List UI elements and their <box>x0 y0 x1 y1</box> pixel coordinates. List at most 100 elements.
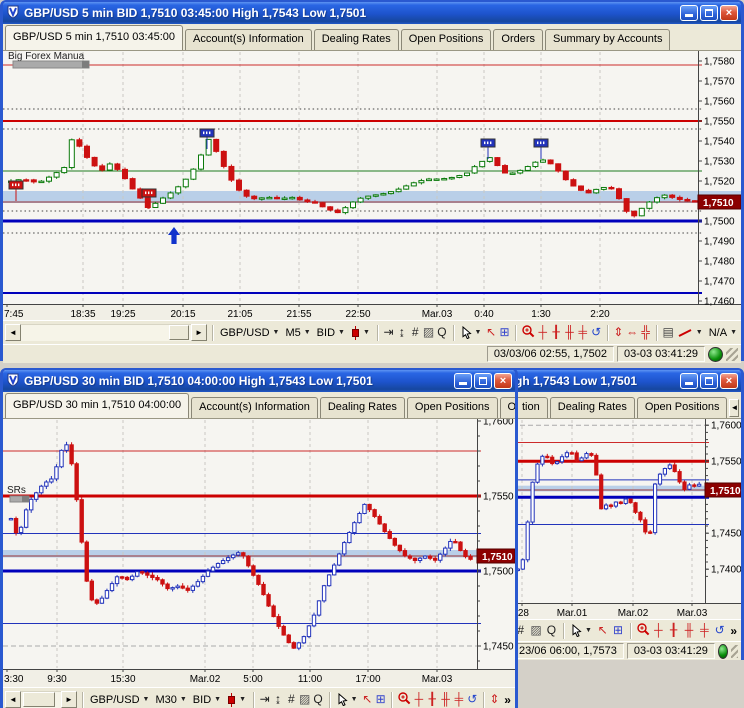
maximize-button[interactable] <box>474 373 492 389</box>
tab[interactable]: Account(s) Information <box>191 397 318 418</box>
maximize-button[interactable] <box>700 5 718 21</box>
chart-5min[interactable]: Big Forex Manua1,75801,75701,75601,75501… <box>3 51 741 320</box>
scale-vertical-icon[interactable]: ⇕ <box>613 324 624 341</box>
chart-h-scrollbar[interactable]: ◄► <box>5 691 77 708</box>
period-combo[interactable]: M5▼ <box>283 327 312 339</box>
price-type-combo[interactable]: BID▼ <box>315 327 347 339</box>
tab[interactable]: Dealing Rates <box>550 397 635 418</box>
chart-daily[interactable]: 1,76001,75501,74501,7400.28Mar.01Mar.02M… <box>512 419 741 619</box>
toolbar-overflow-icon[interactable]: » <box>502 693 513 707</box>
zoom-in-icon[interactable] <box>636 622 650 639</box>
tab[interactable]: Orders <box>493 29 543 50</box>
window-titlebar[interactable]: GBP/USD 5 min BID 1,7510 03:45:00 High 1… <box>3 2 741 24</box>
close-button[interactable]: × <box>494 373 512 389</box>
scrollbar-track[interactable] <box>21 691 61 708</box>
zoom-height-icon[interactable]: ╪ <box>453 691 464 708</box>
tab[interactable]: O <box>500 397 515 418</box>
tab[interactable]: Open Positions <box>637 397 728 418</box>
crosshair-pointer-icon[interactable]: ↖ <box>596 622 609 639</box>
minimize-button[interactable] <box>454 373 472 389</box>
region-select-icon[interactable]: ▨ <box>529 622 542 639</box>
tab-scroll-left-icon[interactable]: ◄ <box>729 399 739 417</box>
chart-h-scrollbar[interactable]: ◄► <box>5 324 207 341</box>
price-type-combo[interactable]: BID▼ <box>191 694 223 706</box>
tab[interactable]: Open Positions <box>407 397 498 418</box>
quotes-icon[interactable]: Q <box>545 622 558 639</box>
close-button[interactable]: × <box>720 5 738 21</box>
crosshair-pointer-icon[interactable]: ↖ <box>362 691 373 708</box>
tab[interactable]: tion <box>514 397 548 418</box>
scale-horizontal-icon[interactable]: ⇔ <box>626 324 638 341</box>
scroll-right-icon[interactable]: ► <box>191 324 207 341</box>
scrollbar-thumb[interactable] <box>169 325 189 340</box>
chart-style-combo[interactable]: ▼ <box>225 693 248 707</box>
report-icon[interactable]: ▤ <box>662 324 673 341</box>
resize-grip[interactable] <box>731 645 738 658</box>
maximize-button[interactable] <box>700 373 718 389</box>
pan-icon[interactable]: ╂ <box>667 622 680 639</box>
pointer-combo[interactable]: ▼ <box>459 326 484 339</box>
grid-icon[interactable]: # <box>286 691 297 708</box>
grid-icon[interactable]: # <box>410 324 421 341</box>
snap-pointer-icon[interactable]: ⊞ <box>499 324 510 341</box>
zoom-reset-icon[interactable]: ↺ <box>590 324 601 341</box>
line-tool-combo[interactable]: ▼ <box>676 328 705 338</box>
candlestick-chart-svg[interactable]: 1,76001,75501,74501,7400.28Mar.01Mar.02M… <box>512 419 741 619</box>
window-titlebar[interactable]: GBP/USD 30 min BID 1,7510 04:00:00 High … <box>3 370 515 392</box>
tab[interactable]: Summary by Accounts <box>545 29 670 50</box>
toolbar-overflow-icon[interactable]: » <box>728 624 739 638</box>
region-select-icon[interactable]: ▨ <box>299 691 310 708</box>
pan-icon[interactable]: ╂ <box>550 324 561 341</box>
zoom-x-icon[interactable]: ┼ <box>413 691 424 708</box>
scroll-to-end-icon[interactable]: ⇥ <box>383 324 394 341</box>
zoom-x-icon[interactable]: ┼ <box>652 622 665 639</box>
na-combo[interactable]: N/A▼ <box>707 327 739 339</box>
symbol-combo[interactable]: GBP/USD▼ <box>218 327 281 339</box>
scroll-left-icon[interactable]: ◄ <box>5 324 21 341</box>
zoom-reset-icon[interactable]: ↺ <box>713 622 726 639</box>
zoom-in-icon[interactable] <box>521 324 535 341</box>
zoom-height-icon[interactable]: ╪ <box>577 324 588 341</box>
quotes-icon[interactable]: Q <box>436 324 447 341</box>
scrollbar-track[interactable] <box>21 324 191 341</box>
symbol-combo[interactable]: GBP/USD▼ <box>88 694 151 706</box>
candlestick-chart-svg[interactable]: SRs1,76001,75501,75001,74503:309:3015:30… <box>3 419 515 687</box>
period-combo[interactable]: M30▼ <box>153 694 188 706</box>
scroll-left-icon[interactable]: ◄ <box>5 691 21 708</box>
chart-30min[interactable]: SRs1,76001,75501,75001,74503:309:3015:30… <box>3 419 515 687</box>
region-select-icon[interactable]: ▨ <box>423 324 434 341</box>
scrollbar-thumb[interactable] <box>23 692 55 707</box>
pointer-combo[interactable]: ▼ <box>335 693 360 706</box>
tab[interactable]: Dealing Rates <box>320 397 405 418</box>
scale-vertical-icon[interactable]: ⇕ <box>489 691 500 708</box>
tab[interactable]: Dealing Rates <box>314 29 399 50</box>
fit-vertical-icon[interactable]: ↨ <box>396 324 407 341</box>
snap-pointer-icon[interactable]: ⊞ <box>611 622 624 639</box>
tab[interactable]: GBP/USD 30 min 1,7510 04:00:00 <box>5 393 189 418</box>
pointer-combo[interactable]: ▼ <box>569 624 594 637</box>
scroll-to-end-icon[interactable]: ⇥ <box>259 691 270 708</box>
pan-icon[interactable]: ╂ <box>427 691 438 708</box>
window-titlebar[interactable]: gh 1,7543 Low 1,7501 × <box>512 370 741 392</box>
zoom-in-icon[interactable] <box>397 691 411 708</box>
crosshair-pointer-icon[interactable]: ↖ <box>485 324 496 341</box>
zoom-width-icon[interactable]: ╫ <box>440 691 451 708</box>
snap-pointer-icon[interactable]: ⊞ <box>375 691 386 708</box>
zoom-width-icon[interactable]: ╫ <box>564 324 575 341</box>
resize-grip[interactable] <box>726 348 738 361</box>
quotes-icon[interactable]: Q <box>312 691 323 708</box>
scroll-right-icon[interactable]: ► <box>61 691 77 708</box>
minimize-button[interactable] <box>680 373 698 389</box>
fit-vertical-icon[interactable]: ↨ <box>272 691 283 708</box>
zoom-reset-icon[interactable]: ↺ <box>467 691 478 708</box>
zoom-width-icon[interactable]: ╫ <box>682 622 695 639</box>
zoom-height-icon[interactable]: ╪ <box>698 622 711 639</box>
close-button[interactable]: × <box>720 373 738 389</box>
tab[interactable]: Account(s) Information <box>185 29 312 50</box>
zoom-x-icon[interactable]: ┼ <box>537 324 548 341</box>
scale-both-icon[interactable]: ╬ <box>640 324 651 341</box>
minimize-button[interactable] <box>680 5 698 21</box>
candlestick-chart-svg[interactable]: Big Forex Manua1,75801,75701,75601,75501… <box>3 51 741 320</box>
tab[interactable]: Open Positions <box>401 29 492 50</box>
tab[interactable]: GBP/USD 5 min 1,7510 03:45:00 <box>5 25 183 50</box>
